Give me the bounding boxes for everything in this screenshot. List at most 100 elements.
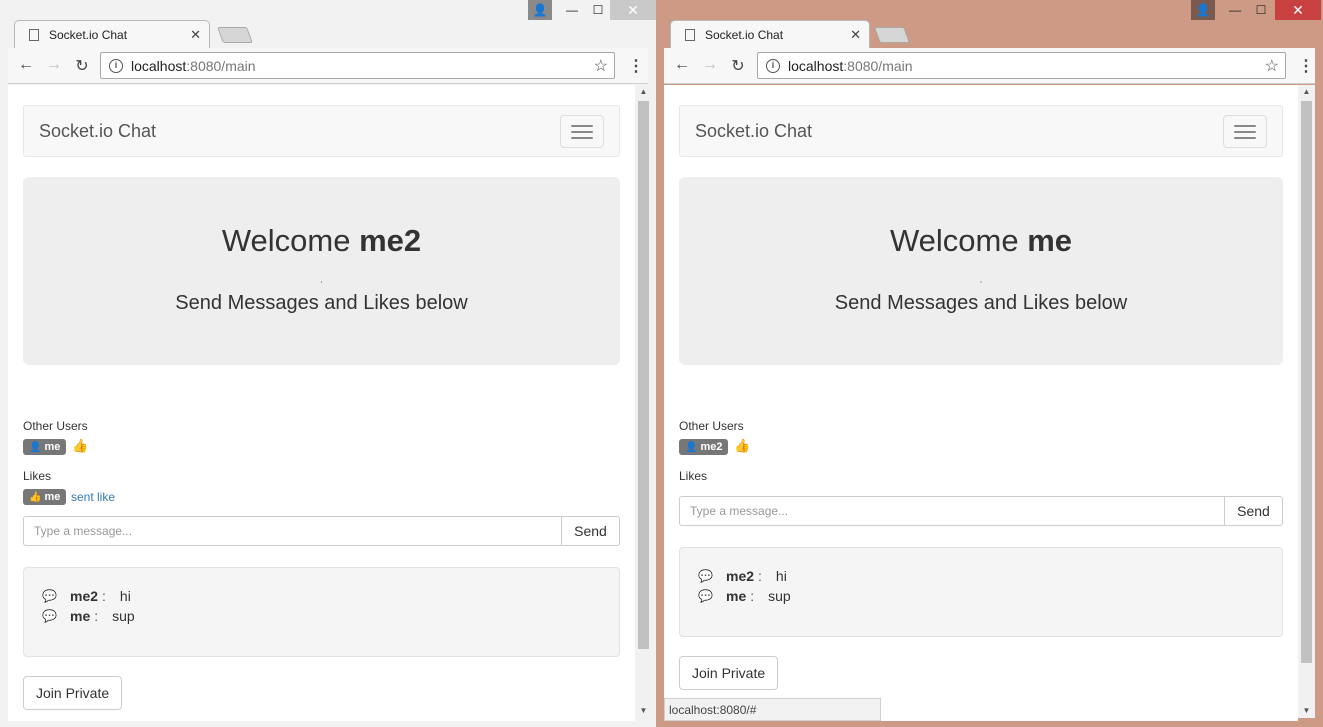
new-tab-button[interactable] bbox=[217, 27, 253, 43]
close-window-button[interactable]: ✕ bbox=[1275, 0, 1321, 20]
other-users-label: Other Users bbox=[23, 419, 88, 433]
welcome-jumbotron: Welcome me , Send Messages and Likes bel… bbox=[679, 177, 1283, 365]
comment-icon: 💬 bbox=[698, 569, 713, 583]
message-separator: : bbox=[102, 588, 106, 604]
title-bar: 👤 — ☐ ✕ bbox=[0, 0, 656, 20]
message-list: 💬 me2 : hi 💬 me : sup bbox=[679, 547, 1283, 637]
sent-like-link[interactable]: sent like bbox=[71, 490, 115, 504]
bookmark-star-icon[interactable]: ☆ bbox=[1265, 56, 1279, 76]
message-item: 💬 me : sup bbox=[42, 608, 135, 624]
browser-menu-icon[interactable]: ⋮ bbox=[628, 56, 644, 76]
join-private-button[interactable]: Join Private bbox=[679, 656, 779, 690]
message-item: 💬 me2 : hi bbox=[42, 588, 131, 604]
url-path: :8080/main bbox=[186, 57, 256, 74]
scrollbar-thumb[interactable] bbox=[1301, 101, 1312, 663]
navbar-brand[interactable]: Socket.io Chat bbox=[695, 121, 812, 142]
message-user: me bbox=[726, 588, 747, 604]
title-bar: 👤 — ☐ ✕ bbox=[656, 0, 1323, 20]
reload-button[interactable]: ↻ bbox=[72, 56, 92, 76]
navbar-brand[interactable]: Socket.io Chat bbox=[39, 121, 156, 142]
back-button[interactable]: ← bbox=[16, 56, 36, 74]
scrollbar-thumb[interactable] bbox=[638, 101, 649, 649]
minimize-button[interactable]: — bbox=[558, 0, 586, 20]
join-private-button[interactable]: Join Private bbox=[23, 676, 123, 710]
user-badge[interactable]: 👤 me2 bbox=[679, 439, 729, 455]
thumbs-up-icon[interactable]: 👍 bbox=[734, 438, 750, 454]
hamburger-bar bbox=[571, 130, 593, 133]
tab-close-icon[interactable]: ✕ bbox=[190, 27, 201, 43]
page-scrollbar[interactable]: ▲ ▼ bbox=[635, 85, 652, 718]
url-host: localhost bbox=[788, 57, 844, 74]
new-tab-button[interactable] bbox=[874, 27, 910, 43]
tab-socketio-chat[interactable]: Socket.io Chat ✕ bbox=[670, 20, 870, 48]
like-badge: 👍 me bbox=[23, 489, 67, 505]
tab-socketio-chat[interactable]: Socket.io Chat ✕ bbox=[14, 20, 210, 48]
browser-menu-icon[interactable]: ⋮ bbox=[1298, 56, 1314, 76]
send-button[interactable]: Send bbox=[1225, 496, 1283, 526]
separator-mark: , bbox=[320, 275, 323, 284]
welcome-prefix: Welcome bbox=[889, 223, 1028, 258]
page-scrollbar[interactable]: ▲ ▼ bbox=[1298, 85, 1315, 718]
navbar-toggle-button[interactable] bbox=[1223, 115, 1267, 148]
message-text: hi bbox=[775, 568, 787, 584]
user-badge[interactable]: 👤 me bbox=[23, 439, 67, 455]
address-bar[interactable]: i localhost:8080/main ☆ bbox=[757, 52, 1286, 79]
hamburger-bar bbox=[1234, 130, 1256, 133]
welcome-subtitle: Send Messages and Likes below bbox=[834, 292, 1128, 314]
message-user: me bbox=[70, 608, 91, 624]
user-profile-icon[interactable]: 👤 bbox=[528, 0, 552, 20]
send-button[interactable]: Send bbox=[562, 516, 620, 546]
scroll-up-arrow[interactable]: ▲ bbox=[1298, 85, 1315, 99]
bookmark-star-icon[interactable]: ☆ bbox=[594, 56, 608, 76]
welcome-prefix: Welcome bbox=[221, 223, 360, 258]
minimize-button[interactable]: — bbox=[1221, 0, 1249, 20]
info-icon[interactable]: i bbox=[109, 58, 123, 73]
welcome-subtitle: Send Messages and Likes below bbox=[175, 292, 468, 314]
user-profile-icon[interactable]: 👤 bbox=[1191, 0, 1215, 20]
scroll-down-arrow[interactable]: ▼ bbox=[635, 704, 652, 718]
welcome-heading: Welcome me bbox=[679, 223, 1283, 259]
welcome-heading: Welcome me2 bbox=[23, 223, 620, 259]
other-users-label: Other Users bbox=[679, 419, 744, 433]
message-item: 💬 me : sup bbox=[698, 588, 791, 604]
message-text: hi bbox=[119, 588, 131, 604]
page-icon bbox=[685, 28, 695, 41]
browser-window-right: 👤 — ☐ ✕ Socket.io Chat ✕ ← → ↻ i localho… bbox=[656, 0, 1323, 727]
message-user: me2 bbox=[70, 588, 99, 604]
message-list: 💬 me2 : hi 💬 me : sup bbox=[23, 567, 620, 657]
close-window-button[interactable]: ✕ bbox=[610, 0, 656, 20]
maximize-button[interactable]: ☐ bbox=[584, 0, 612, 20]
message-separator: : bbox=[750, 588, 755, 604]
message-input[interactable] bbox=[679, 496, 1225, 526]
url-host: localhost bbox=[131, 57, 187, 74]
address-bar[interactable]: i localhost:8080/main ☆ bbox=[100, 52, 615, 79]
message-input-group: Send bbox=[679, 496, 1283, 526]
browser-window-left: 👤 — ☐ ✕ Socket.io Chat ✕ ← → ↻ i localho… bbox=[0, 0, 656, 727]
message-item: 💬 me2 : hi bbox=[698, 568, 787, 584]
thumbs-up-icon[interactable]: 👍 bbox=[72, 438, 88, 454]
reload-button[interactable]: ↻ bbox=[728, 56, 748, 76]
navbar: Socket.io Chat bbox=[679, 105, 1283, 157]
message-text: sup bbox=[768, 588, 791, 604]
tab-close-icon[interactable]: ✕ bbox=[850, 27, 861, 43]
back-button[interactable]: ← bbox=[672, 56, 692, 74]
user-badge-name: me2 bbox=[700, 441, 723, 453]
message-input-group: Send bbox=[23, 516, 620, 546]
thumbs-up-icon: 👍 bbox=[29, 491, 42, 503]
welcome-jumbotron: Welcome me2 , Send Messages and Likes be… bbox=[23, 177, 620, 365]
browser-toolbar: ← → ↻ i localhost:8080/main ☆ ⋮ bbox=[664, 48, 1315, 84]
message-separator: : bbox=[758, 568, 762, 584]
forward-button[interactable]: → bbox=[44, 56, 64, 74]
scroll-down-arrow[interactable]: ▼ bbox=[1298, 704, 1315, 718]
navbar-toggle-button[interactable] bbox=[560, 115, 604, 148]
scroll-up-arrow[interactable]: ▲ bbox=[635, 85, 652, 99]
comment-icon: 💬 bbox=[42, 589, 57, 603]
likes-label: Likes bbox=[23, 469, 52, 483]
forward-button[interactable]: → bbox=[700, 56, 720, 74]
user-icon: 👤 bbox=[29, 441, 42, 453]
info-icon[interactable]: i bbox=[766, 58, 780, 73]
hamburger-bar bbox=[571, 136, 593, 139]
message-input[interactable] bbox=[23, 516, 562, 546]
like-badge-name: me bbox=[44, 491, 61, 503]
maximize-button[interactable]: ☐ bbox=[1247, 0, 1275, 20]
